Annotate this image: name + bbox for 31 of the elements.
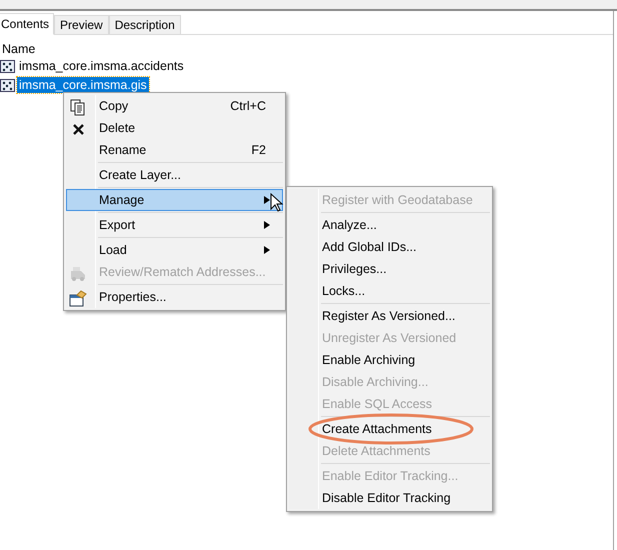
menu-item[interactable]: Copy Ctrl+C [66,95,283,117]
menu-item[interactable]: Register As Versioned... [289,305,490,327]
menu-item[interactable]: Privileges... [289,258,490,280]
menu-item[interactable]: Load [66,239,283,261]
tree-item[interactable]: imsma_core.imsma.gis [17,77,149,93]
tab[interactable]: Description [108,15,181,34]
tab[interactable]: Preview [54,15,109,34]
menu-item[interactable]: Delete [66,117,283,139]
submenu-arrow-icon [264,196,270,204]
menu-item[interactable]: Manage [66,189,283,211]
menu-item[interactable]: Properties... [66,286,283,308]
menu-item[interactable]: Export [66,214,283,236]
table-icon [0,60,15,72]
menu-item[interactable]: Locks... [289,280,490,302]
table-icon [0,78,15,92]
car-icon [69,265,87,281]
menu-item[interactable]: Disable Editor Tracking [289,487,490,509]
column-header[interactable]: Name [0,35,613,53]
close-icon [72,124,84,134]
menu-item[interactable]: Analyze... [289,214,490,236]
submenu-arrow-icon [264,221,270,229]
menu-item[interactable]: Create Layer... [66,164,283,186]
menu-item[interactable]: Rename F2 [66,139,283,161]
tab[interactable]: Contents [0,13,54,35]
tree-item[interactable]: imsma_core.imsma.accidents [17,58,186,74]
menu-item[interactable]: Create Attachments [289,418,490,440]
menu-item[interactable]: Enable Archiving [289,349,490,371]
menu-item[interactable]: Add Global IDs... [289,236,490,258]
submenu-arrow-icon [264,246,270,254]
mouse-cursor-icon [270,193,284,213]
copy-icon [70,98,86,116]
